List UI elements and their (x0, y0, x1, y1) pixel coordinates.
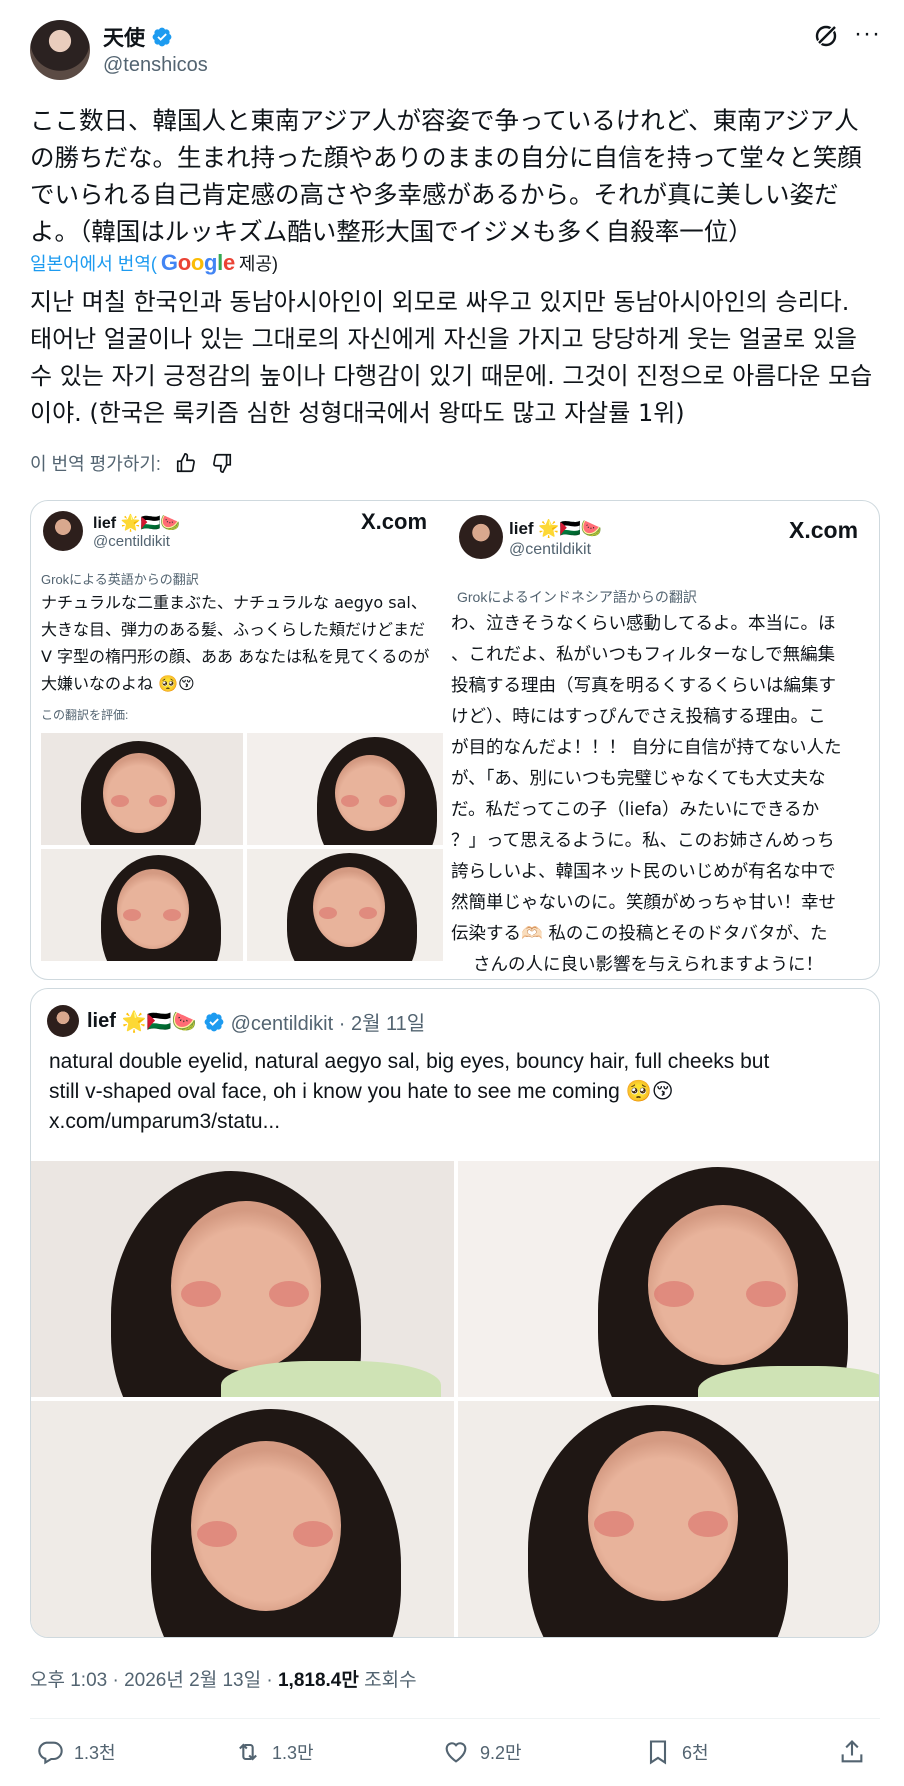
reply-line: 伝染する🫶🏻 私のこの投稿とそのドタバタが、た (451, 924, 828, 944)
grok-translation-note: Grokによる英語からの翻訳 (41, 572, 199, 587)
tweet-meta: 오후 1:03 · 2026년 2월 13일 · 1,818.4만 조회수 (30, 1665, 417, 1692)
divider (30, 1718, 880, 1719)
translated-from-label[interactable]: 일본어에서 번역( (30, 250, 157, 276)
screenshot-right: lief 🌟🇵🇸🍉 @centildikit X.com Grokによるインドネ… (451, 501, 879, 979)
like-count: 9.2만 (480, 1743, 522, 1763)
rate-translation-row: 이 번역 평가하기: (30, 450, 233, 476)
tweet-text-original: ここ数日、韓国人と東南アジア人が容姿で争っているけれど、東南アジア人の勝ちだな。… (30, 106, 862, 246)
verified-badge-icon (152, 27, 172, 47)
quoted-photo-2[interactable] (458, 1161, 879, 1397)
quoted-tweet-card[interactable]: lief 🌟🇵🇸🍉 @centildikit · 2월 11일 natural … (30, 988, 880, 1638)
lief-post-text: ナチュラルな二重まぶた、ナチュラルな aegyo sal、大きな目、弾力のある髪… (41, 593, 430, 693)
translation-credit: 일본어에서 번역( Google 제공) (30, 250, 278, 276)
bookmark-icon (649, 1740, 667, 1765)
reply-line: が目的なんだよ！！！ 自分に自信が持てない人た (451, 738, 842, 758)
reply-line: わ、泣きそうなくらい感動してるよ。本当に。ほ (451, 614, 836, 634)
heart-icon (445, 1742, 467, 1763)
reply-line: ？」って思えるように。私、このお姉さんめっち (451, 831, 835, 851)
reply-icon (38, 1741, 63, 1765)
reply-line: 投稿する理由（写真を明るくするくらいは編集す (451, 676, 836, 696)
lief-name: lief 🌟🇵🇸🍉 (93, 515, 181, 532)
quoted-handle-date[interactable]: @centildikit · 2월 11일 (231, 1007, 426, 1036)
xcom-logo: X.com (361, 509, 428, 534)
lief-photo-4 (247, 849, 443, 961)
repost-count: 1.3만 (272, 1743, 314, 1763)
tweet-timestamp[interactable]: 오후 1:03 · 2026년 2월 13일 · (30, 1670, 278, 1691)
author-name-row[interactable]: 天使 (103, 22, 173, 52)
reply-line: だ。私だってこの子（liefa）みたいにできるか (451, 800, 820, 820)
repost-icon (239, 1743, 257, 1761)
grok-icon[interactable] (812, 22, 840, 50)
reply-line: さんの人に良い影響を与えられますように！ (473, 955, 823, 975)
google-logo: Google (160, 250, 235, 275)
tweet-text-translated: 지난 며칠 한국인과 동남아시아인이 외모로 싸우고 있지만 동남아시아인의 승… (30, 288, 873, 427)
share-icon (841, 1740, 863, 1763)
reply-line: 然簡単じゃないのに。笑顔がめっちゃ甘い！幸せ (451, 893, 836, 913)
screenshot-left: lief 🌟🇵🇸🍉 @centildikit X.com Grokによる英語から… (31, 501, 451, 979)
thumbs-up-icon[interactable] (175, 452, 197, 474)
author-name[interactable]: 天使 (103, 22, 145, 52)
lief-avatar (43, 511, 83, 551)
xcom-logo-right: X.com (789, 517, 859, 543)
lief-reply-text: わ、泣きそうなくらい感動してるよ。本当に。ほ 、これだよ、私がいつもフィルターな… (451, 609, 879, 979)
reply-line: 、これだよ、私がいつもフィルターなしで無編集 (451, 645, 836, 665)
quoted-text-line: natural double eyelid, natural aegyo sal… (49, 1050, 770, 1073)
quoted-link[interactable]: x.com/umparum3/statu... (49, 1107, 859, 1137)
author-avatar[interactable] (30, 20, 90, 80)
lief-photo-1 (41, 733, 243, 845)
thumbs-down-icon[interactable] (211, 452, 233, 474)
quoted-tweet-text: natural double eyelid, natural aegyo sal… (49, 1047, 859, 1137)
lief-avatar-right (459, 515, 503, 559)
provided-label: 제공) (238, 254, 279, 274)
view-count: 1,818.4만 (277, 1670, 359, 1691)
quoted-text-line: still v-shaped oval face, oh i know you … (49, 1080, 674, 1103)
lief-photo-3 (41, 849, 243, 961)
quoted-author-name[interactable]: lief (87, 1010, 116, 1033)
reply-button[interactable]: 1.3천 (36, 1738, 116, 1766)
lief-name-right: lief 🌟🇵🇸🍉 (509, 519, 602, 538)
reply-line: が、「あ、別にいつも完璧じゃなくても大丈夫な (451, 769, 826, 789)
quoted-author-row: lief 🌟🇵🇸🍉 @centildikit · 2월 11일 (87, 1007, 425, 1036)
quoted-author-emojis: 🌟🇵🇸🍉 (121, 1011, 197, 1033)
lief-photo-2 (247, 733, 443, 845)
quoted-photo-4[interactable] (458, 1401, 879, 1637)
quoted-photo-1[interactable] (31, 1161, 454, 1397)
share-button[interactable] (838, 1738, 866, 1766)
author-handle[interactable]: @tenshicos (103, 54, 208, 77)
like-button[interactable]: 9.2만 (442, 1738, 522, 1766)
verified-badge-icon (204, 1012, 224, 1031)
quoted-photo-3[interactable] (31, 1401, 454, 1637)
bookmark-count: 6천 (682, 1743, 709, 1763)
action-bar: 1.3천 1.3만 9.2만 6천 (30, 1738, 880, 1778)
reply-line: けど）、時にはすっぴんでさえ投稿する理由。こ (451, 707, 826, 727)
lief-handle: @centildikit (93, 533, 170, 550)
more-options-icon[interactable]: ··· (854, 22, 882, 48)
views-label: 조회수 (358, 1670, 417, 1691)
lief-handle-right: @centildikit (509, 541, 592, 558)
grok-translation-note-right: Grokによるインドネシア語からの翻訳 (457, 589, 697, 605)
rate-translation-label: 이 번역 평가하기: (30, 454, 161, 474)
rate-translation-label-mini: この翻訳を評価: (41, 708, 129, 722)
bookmark-button[interactable]: 6천 (644, 1738, 709, 1766)
repost-button[interactable]: 1.3만 (234, 1738, 314, 1766)
reply-count: 1.3천 (74, 1743, 116, 1763)
reply-line: 誇らしいよ、韓国ネット民のいじめが有名な中で (451, 862, 836, 882)
quoted-author-avatar[interactable] (47, 1005, 79, 1037)
quoted-screenshot-card[interactable]: lief 🌟🇵🇸🍉 @centildikit X.com Grokによる英語から… (30, 500, 880, 980)
